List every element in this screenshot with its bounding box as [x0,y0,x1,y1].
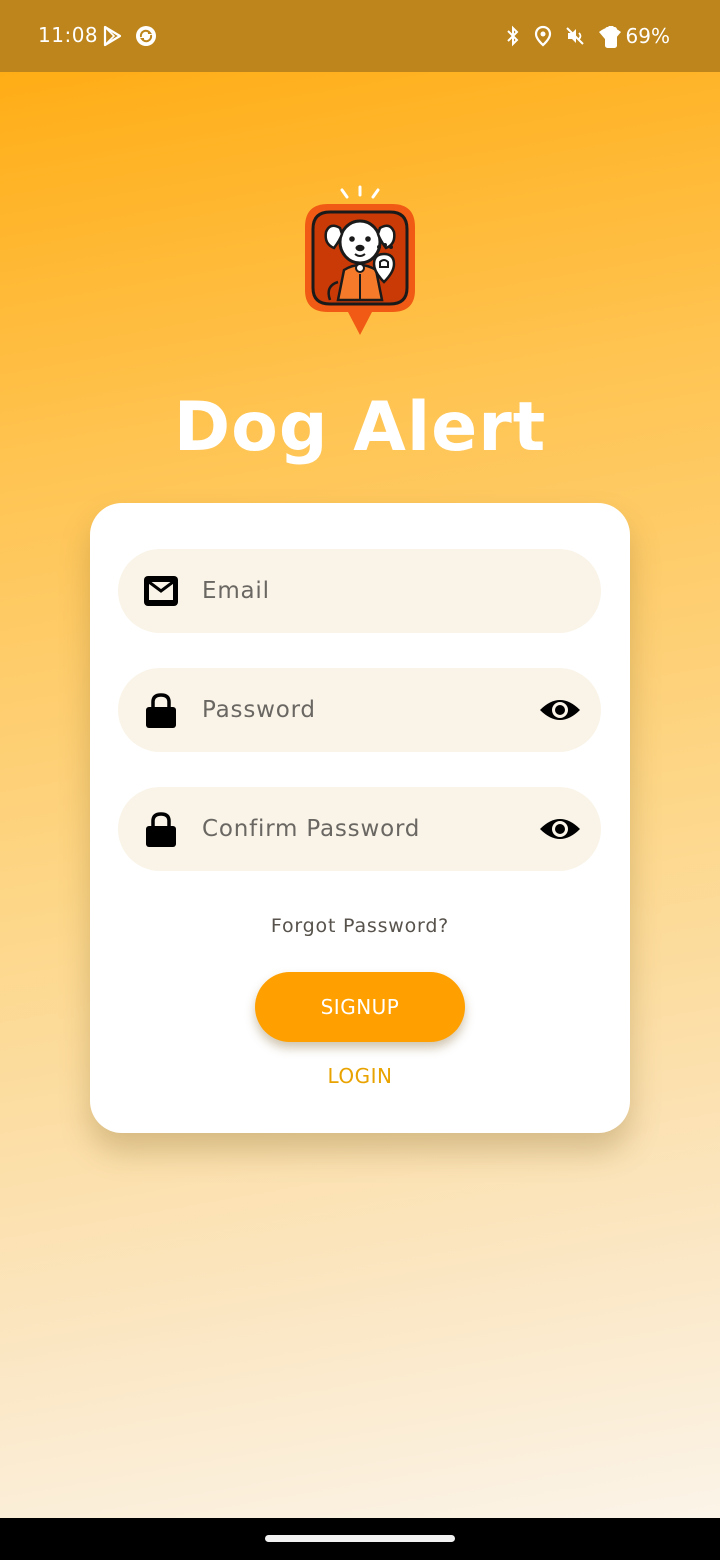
email-field[interactable]: Email [118,549,601,633]
password-field[interactable]: Password [118,668,601,752]
show-confirm-password-eye-icon[interactable] [539,813,581,845]
dog-alert-logo [305,185,415,335]
navigation-bar [0,1518,720,1560]
confirm-password-placeholder: Confirm Password [202,816,421,842]
login-link[interactable]: LOGIN [90,1064,630,1088]
status-time: 11:08 [38,23,99,47]
lock-icon [146,693,176,728]
bluetooth-icon [507,25,519,47]
home-indicator[interactable] [265,1535,455,1542]
mute-icon [566,27,584,45]
password-placeholder: Password [202,697,316,723]
location-icon [534,25,552,47]
signup-button[interactable]: SIGNUP [255,972,465,1042]
battery-percentage: 69% [625,24,670,48]
lock-icon [146,812,176,847]
app-title: Dog Alert [173,388,547,467]
status-notification-icons [100,24,158,48]
confirm-password-field[interactable]: Confirm Password [118,787,601,871]
battery-icon [605,26,617,48]
play-store-icon [103,25,122,47]
show-password-eye-icon[interactable] [539,694,581,726]
forgot-password-link[interactable]: Forgot Password? [90,915,630,937]
status-bar: 11:08 69% [0,0,720,72]
email-icon [144,576,178,606]
signup-card: Email Password Confirm Password Forgot P… [90,503,630,1133]
sync-app-icon [136,26,156,46]
email-placeholder: Email [202,578,270,604]
